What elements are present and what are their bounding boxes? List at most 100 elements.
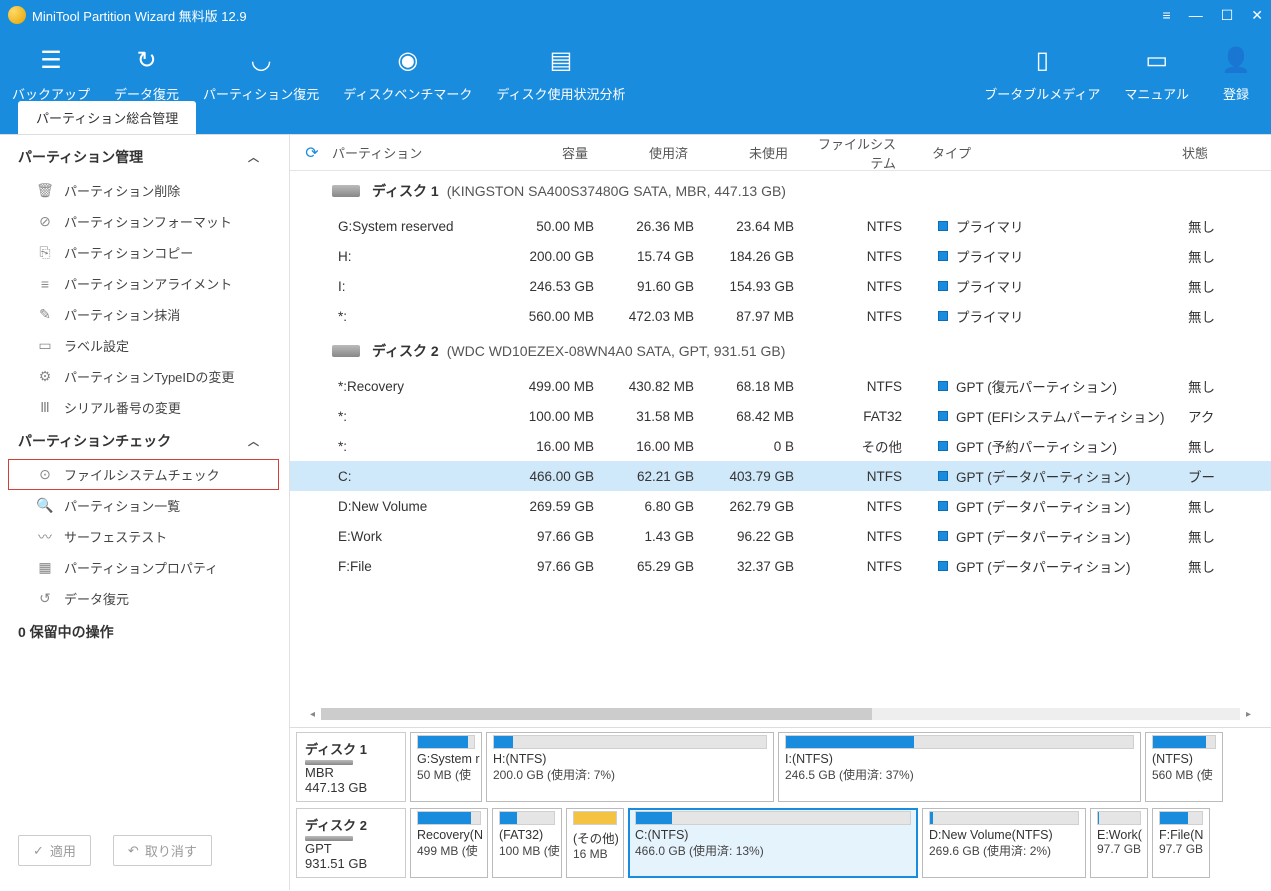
type-color-icon bbox=[938, 441, 948, 451]
sidebar-icon: ▦ bbox=[36, 559, 54, 577]
sidebar-item[interactable]: ⊙ ファイルシステムチェック bbox=[8, 459, 279, 490]
disk-map-label[interactable]: ディスク 2 GPT 931.51 GB bbox=[296, 808, 406, 878]
disk-map-partition[interactable]: G:System r 50 MB (使 bbox=[410, 732, 482, 802]
disk-map-partition[interactable]: E:Work( 97.7 GB bbox=[1090, 808, 1148, 878]
disk-map-partition[interactable]: (FAT32) 100 MB (使 bbox=[492, 808, 562, 878]
tool-登録[interactable]: 👤 登録 bbox=[1201, 36, 1271, 103]
disk-map-partition[interactable]: F:File(N 97.7 GB bbox=[1152, 808, 1210, 878]
sidebar-icon: ⚙ bbox=[36, 368, 54, 386]
content-pane: ⟳ パーティション 容量 使用済 未使用 ファイルシステム タイプ 状態 ディス… bbox=[290, 135, 1271, 890]
sidebar-item[interactable]: ▦ パーティションプロパティ bbox=[8, 552, 279, 583]
tool-ブータブルメディア[interactable]: ▯ ブータブルメディア bbox=[972, 36, 1112, 103]
sidebar-item[interactable]: ≡ パーティションアライメント bbox=[8, 268, 279, 299]
sidebar-item[interactable]: ▭ ラベル設定 bbox=[8, 330, 279, 361]
sidebar-icon: 🗑 bbox=[36, 182, 54, 200]
sidebar-icon: ↺ bbox=[36, 590, 54, 608]
partition-row[interactable]: D:New Volume 269.59 GB 6.80 GB 262.79 GB… bbox=[290, 491, 1271, 521]
usage-bar bbox=[1159, 811, 1203, 825]
sidebar-item[interactable]: 〰 サーフェステスト bbox=[8, 521, 279, 552]
sidebar-item[interactable]: 🗑 パーティション削除 bbox=[8, 175, 279, 206]
sidebar-icon: Ⅲ bbox=[36, 399, 54, 417]
scroll-track[interactable] bbox=[321, 708, 1240, 720]
ディスク使用状況分析-icon: ▤ bbox=[545, 44, 577, 76]
tool-バックアップ[interactable]: ☰ バックアップ bbox=[0, 36, 102, 103]
sidebar-item[interactable]: ⚙ パーティションTypeIDの変更 bbox=[8, 361, 279, 392]
partition-row[interactable]: E:Work 97.66 GB 1.43 GB 96.22 GB NTFS GP… bbox=[290, 521, 1271, 551]
tool-データ復元[interactable]: ↻ データ復元 bbox=[102, 36, 191, 103]
refresh-icon[interactable]: ⟳ bbox=[298, 143, 326, 163]
partition-row[interactable]: *: 100.00 MB 31.58 MB 68.42 MB FAT32 GPT… bbox=[290, 401, 1271, 431]
sidebar-item[interactable]: ✎ パーティション抹消 bbox=[8, 299, 279, 330]
minimize-icon[interactable]: ― bbox=[1189, 7, 1203, 24]
cancel-button[interactable]: ↶取り消す bbox=[113, 835, 212, 866]
partition-row[interactable]: I: 246.53 GB 91.60 GB 154.93 GB NTFS プライ… bbox=[290, 271, 1271, 301]
maximize-icon[interactable]: ☐ bbox=[1221, 7, 1234, 24]
scroll-left-icon[interactable]: ◂ bbox=[310, 709, 315, 720]
sidebar-icon: ⎘ bbox=[36, 244, 54, 262]
disk-map-partition[interactable]: C:(NTFS) 466.0 GB (使用済: 13%) bbox=[628, 808, 918, 878]
disk-map-partition[interactable]: Recovery(N 499 MB (使 bbox=[410, 808, 488, 878]
sidebar-item[interactable]: ↺ データ復元 bbox=[8, 583, 279, 614]
disk-map-partition[interactable]: D:New Volume(NTFS) 269.6 GB (使用済: 2%) bbox=[922, 808, 1086, 878]
usage-bar bbox=[417, 811, 481, 825]
データ復元-icon: ↻ bbox=[131, 44, 163, 76]
scroll-right-icon[interactable]: ▸ bbox=[1246, 709, 1251, 720]
sidebar-item[interactable]: ⎘ パーティションコピー bbox=[8, 237, 279, 268]
disk-map-partition[interactable]: (その他) 16 MB bbox=[566, 808, 624, 878]
partition-row[interactable]: *: 560.00 MB 472.03 MB 87.97 MB NTFS プライ… bbox=[290, 301, 1271, 331]
partition-row[interactable]: *: 16.00 MB 16.00 MB 0 B その他 GPT (予約パーティ… bbox=[290, 431, 1271, 461]
tool-パーティション復元[interactable]: ◡ パーティション復元 bbox=[191, 36, 331, 103]
sidebar-item[interactable]: ⊘ パーティションフォーマット bbox=[8, 206, 279, 237]
disk-maps: ディスク 1 MBR 447.13 GB G:System r 50 MB (使… bbox=[290, 727, 1271, 890]
disk-map-partition[interactable]: (NTFS) 560 MB (使 bbox=[1145, 732, 1223, 802]
tool-マニュアル[interactable]: ▭ マニュアル bbox=[1112, 36, 1201, 103]
partition-row[interactable]: C: 466.00 GB 62.21 GB 403.79 GB NTFS GPT… bbox=[290, 461, 1271, 491]
chevron-up-icon: ︿ bbox=[248, 433, 259, 449]
partition-row[interactable]: G:System reserved 50.00 MB 26.36 MB 23.6… bbox=[290, 211, 1271, 241]
disk-map-partition[interactable]: H:(NTFS) 200.0 GB (使用済: 7%) bbox=[486, 732, 774, 802]
partition-row[interactable]: *:Recovery 499.00 MB 430.82 MB 68.18 MB … bbox=[290, 371, 1271, 401]
sidebar-icon: 〰 bbox=[36, 528, 54, 546]
disk-map-row: ディスク 1 MBR 447.13 GB G:System r 50 MB (使… bbox=[296, 732, 1265, 802]
col-type[interactable]: タイプ bbox=[926, 143, 1176, 162]
disk-map-label[interactable]: ディスク 1 MBR 447.13 GB bbox=[296, 732, 406, 802]
tool-ディスク使用状況分析[interactable]: ▤ ディスク使用状況分析 bbox=[484, 36, 637, 103]
type-color-icon bbox=[938, 471, 948, 481]
disk-header-row[interactable]: ディスク 2 (WDC WD10EZEX-08WN4A0 SATA, GPT, … bbox=[290, 331, 1271, 371]
close-icon[interactable]: ✕ bbox=[1251, 7, 1263, 24]
type-color-icon bbox=[938, 381, 948, 391]
scroll-thumb[interactable] bbox=[321, 708, 872, 720]
disk-map-partition[interactable]: I:(NTFS) 246.5 GB (使用済: 37%) bbox=[778, 732, 1141, 802]
apply-button[interactable]: ✓適用 bbox=[18, 835, 91, 866]
disk-header-row[interactable]: ディスク 1 (KINGSTON SA400S37480G SATA, MBR,… bbox=[290, 171, 1271, 211]
sidebar-group-partition-mgmt[interactable]: パーティション管理 ︿ bbox=[0, 139, 287, 175]
usage-bar bbox=[929, 811, 1079, 825]
col-capacity[interactable]: 容量 bbox=[496, 143, 606, 162]
col-status[interactable]: 状態 bbox=[1176, 143, 1271, 162]
tab-partition-mgmt[interactable]: パーティション総合管理 bbox=[18, 101, 196, 134]
sidebar-icon: ⊘ bbox=[36, 213, 54, 231]
type-color-icon bbox=[938, 281, 948, 291]
col-filesystem[interactable]: ファイルシステム bbox=[806, 134, 926, 172]
horizontal-scrollbar[interactable]: ◂ ▸ bbox=[290, 705, 1271, 723]
partition-row[interactable]: F:File 97.66 GB 65.29 GB 32.37 GB NTFS G… bbox=[290, 551, 1271, 581]
usage-bar bbox=[417, 735, 475, 749]
title-bar: MiniTool Partition Wizard 無料版 12.9 ≡ ― ☐… bbox=[0, 0, 1271, 30]
sidebar-group-partition-check[interactable]: パーティションチェック ︿ bbox=[0, 423, 287, 459]
sidebar-scroll[interactable]: パーティション管理 ︿ 🗑 パーティション削除 ⊘ パーティションフォーマット … bbox=[0, 139, 289, 823]
sidebar-group2-title: パーティションチェック bbox=[18, 431, 171, 451]
app-icon bbox=[8, 6, 26, 24]
pending-operations-header: 0 保留中の操作 bbox=[0, 614, 287, 650]
menu-icon[interactable]: ≡ bbox=[1163, 7, 1171, 24]
partition-row[interactable]: H: 200.00 GB 15.74 GB 184.26 GB NTFS プライ… bbox=[290, 241, 1271, 271]
sidebar: パーティション管理 ︿ 🗑 パーティション削除 ⊘ パーティションフォーマット … bbox=[0, 135, 290, 890]
usage-bar bbox=[635, 811, 911, 825]
sidebar-item[interactable]: 🔍 パーティション一覧 bbox=[8, 490, 279, 521]
col-used[interactable]: 使用済 bbox=[606, 143, 706, 162]
type-color-icon bbox=[938, 501, 948, 511]
tool-ディスクベンチマーク[interactable]: ◉ ディスクベンチマーク bbox=[331, 36, 484, 103]
col-partition[interactable]: パーティション bbox=[326, 143, 496, 162]
usage-bar bbox=[785, 735, 1134, 749]
sidebar-item[interactable]: Ⅲ シリアル番号の変更 bbox=[8, 392, 279, 423]
col-free[interactable]: 未使用 bbox=[706, 143, 806, 162]
